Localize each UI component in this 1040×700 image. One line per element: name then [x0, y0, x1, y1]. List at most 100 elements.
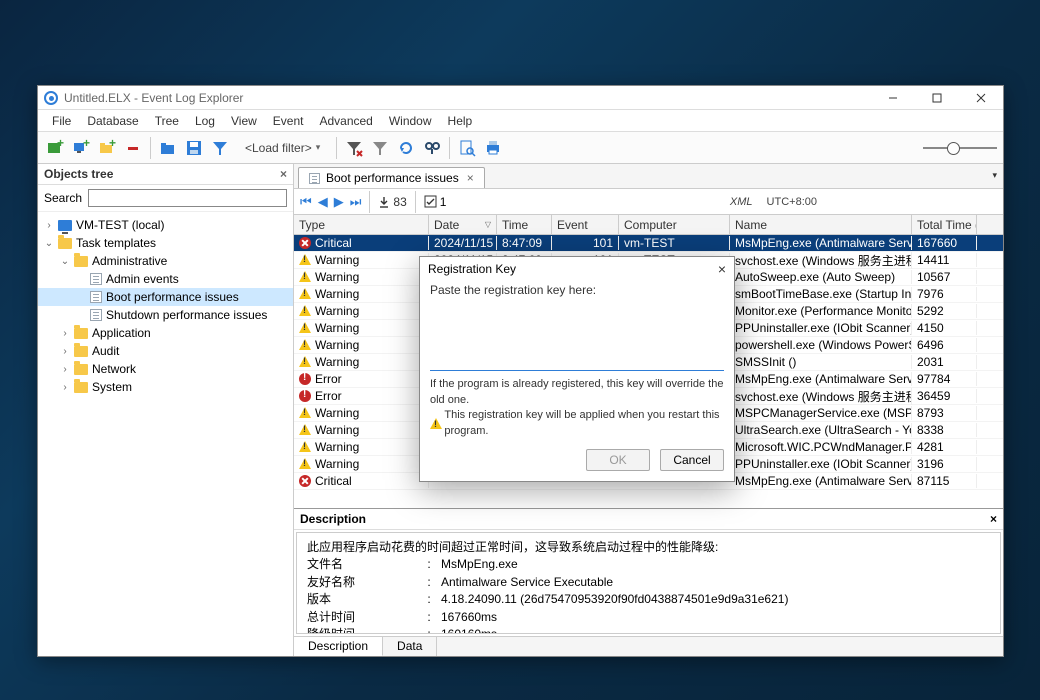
print-icon[interactable]	[482, 137, 504, 159]
warn-icon	[299, 305, 311, 317]
nav-last-icon[interactable]: ⏭	[350, 194, 362, 210]
titlebar[interactable]: Untitled.ELX - Event Log Explorer	[38, 86, 1003, 110]
xml-toggle[interactable]: XML	[730, 196, 753, 208]
col-event-header[interactable]: Event	[552, 215, 619, 234]
folder-icon	[74, 382, 88, 393]
tree-vm-test[interactable]: ›VM-TEST (local)	[38, 216, 293, 234]
menu-log[interactable]: Log	[189, 112, 221, 130]
warn-icon	[299, 407, 311, 419]
tab-close-icon[interactable]: ×	[467, 171, 474, 185]
tree-search-input[interactable]	[88, 189, 287, 207]
folder-icon	[74, 364, 88, 375]
nav-prev-icon[interactable]: ◀	[318, 194, 328, 210]
window-title: Untitled.ELX - Event Log Explorer	[64, 91, 243, 105]
menu-database[interactable]: Database	[81, 112, 144, 130]
checked-count[interactable]: 1	[424, 195, 447, 209]
warn-icon	[299, 288, 311, 300]
search-label: Search	[44, 191, 82, 205]
warn-icon	[299, 339, 311, 351]
filter-off-icon[interactable]	[369, 137, 391, 159]
svg-text:+: +	[109, 139, 116, 150]
desc-tab-data[interactable]: Data	[383, 637, 437, 656]
tree-application[interactable]: ›Application	[38, 324, 293, 342]
search-icon[interactable]	[421, 137, 443, 159]
log-tab-bar: Boot performance issues × ▾	[294, 164, 1003, 189]
warning-icon	[430, 418, 440, 430]
description-body[interactable]: 此应用程序启动花费的时间超过正常时间，这导致系统启动过程中的性能降级: 文件名:…	[296, 532, 1001, 634]
menu-window[interactable]: Window	[383, 112, 438, 130]
col-computer-header[interactable]: Computer	[619, 215, 730, 234]
description-header: Description	[300, 512, 366, 526]
folder-icon	[74, 328, 88, 339]
folder-icon	[74, 256, 88, 267]
log-sub-toolbar: ⏮ ◀ ▶ ⏭ 83 1 XML UTC+8:00	[294, 189, 1003, 215]
new-monitor-icon[interactable]: +	[70, 137, 92, 159]
tree-network[interactable]: ›Network	[38, 360, 293, 378]
tree-shutdown-perf[interactable]: Shutdown performance issues	[38, 306, 293, 324]
registration-key-input[interactable]	[430, 303, 724, 371]
log-icon	[309, 173, 320, 184]
minimize-button[interactable]	[871, 86, 915, 110]
menu-help[interactable]: Help	[442, 112, 479, 130]
tree-system[interactable]: ›System	[38, 378, 293, 396]
tab-boot-perf[interactable]: Boot performance issues ×	[298, 167, 485, 188]
menubar: File Database Tree Log View Event Advanc…	[38, 110, 1003, 132]
app-icon	[44, 91, 58, 105]
tree-boot-perf[interactable]: Boot performance issues	[38, 288, 293, 306]
folder-icon	[74, 346, 88, 357]
objects-tree-header: Objects tree	[44, 167, 113, 181]
desc-tab-description[interactable]: Description	[294, 637, 383, 656]
warn-icon	[299, 356, 311, 368]
tree-administrative[interactable]: ⌄Administrative	[38, 252, 293, 270]
page-find-icon[interactable]	[456, 137, 478, 159]
load-filter-dropdown[interactable]: <Load filter>▾	[239, 140, 326, 156]
maximize-button[interactable]	[915, 86, 959, 110]
menu-file[interactable]: File	[46, 112, 77, 130]
dialog-prompt: Paste the registration key here:	[420, 281, 734, 299]
nav-first-icon[interactable]: ⏮	[300, 194, 312, 210]
dialog-ok-button[interactable]: OK	[586, 449, 650, 471]
col-type-header[interactable]: Type	[294, 215, 429, 234]
svg-text:+: +	[57, 139, 64, 150]
open-folder-icon[interactable]	[157, 137, 179, 159]
new-folder-icon[interactable]: +	[96, 137, 118, 159]
zoom-slider[interactable]	[923, 147, 997, 149]
menu-advanced[interactable]: Advanced	[313, 112, 378, 130]
filter-icon[interactable]	[209, 137, 231, 159]
nav-next-icon[interactable]: ▶	[334, 194, 344, 210]
remove-icon[interactable]	[122, 137, 144, 159]
objects-tree-pane: Objects tree × Search ›VM-TEST (local) ⌄…	[38, 164, 294, 656]
col-time-header[interactable]: Time	[497, 215, 552, 234]
objects-tree-close-icon[interactable]: ×	[280, 167, 287, 181]
menu-view[interactable]: View	[225, 112, 263, 130]
objects-tree[interactable]: ›VM-TEST (local) ⌄Task templates ⌄Admini…	[38, 212, 293, 656]
new-green-icon[interactable]: +	[44, 137, 66, 159]
sort-desc-icon: ▽	[485, 220, 491, 229]
menu-tree[interactable]: Tree	[149, 112, 185, 130]
log-icon	[90, 291, 102, 303]
refresh-icon[interactable]	[395, 137, 417, 159]
crit-icon	[299, 475, 311, 487]
tree-admin-events[interactable]: Admin events	[38, 270, 293, 288]
save-icon[interactable]	[183, 137, 205, 159]
col-name-header[interactable]: Name	[730, 215, 912, 234]
tab-dropdown-icon[interactable]: ▾	[992, 170, 997, 181]
col-date-header[interactable]: Date▽	[429, 215, 497, 234]
dialog-title: Registration Key	[428, 262, 516, 276]
table-row[interactable]: Critical2024/11/158:47:09101vm-TESTMsMpE…	[294, 235, 1003, 252]
folder-icon	[58, 238, 72, 249]
warn-icon	[299, 322, 311, 334]
close-button[interactable]	[959, 86, 1003, 110]
warn-icon	[299, 441, 311, 453]
clear-filter-icon[interactable]	[343, 137, 365, 159]
tree-task-templates[interactable]: ⌄Task templates	[38, 234, 293, 252]
col-total-header[interactable]: Total Time (m	[912, 215, 977, 234]
dialog-close-icon[interactable]: ×	[718, 261, 726, 277]
computer-icon	[58, 220, 72, 231]
dialog-cancel-button[interactable]: Cancel	[660, 449, 724, 471]
description-close-icon[interactable]: ×	[990, 512, 997, 526]
menu-event[interactable]: Event	[267, 112, 310, 130]
download-count[interactable]: 83	[378, 195, 406, 209]
timezone-label[interactable]: UTC+8:00	[767, 196, 817, 208]
tree-audit[interactable]: ›Audit	[38, 342, 293, 360]
